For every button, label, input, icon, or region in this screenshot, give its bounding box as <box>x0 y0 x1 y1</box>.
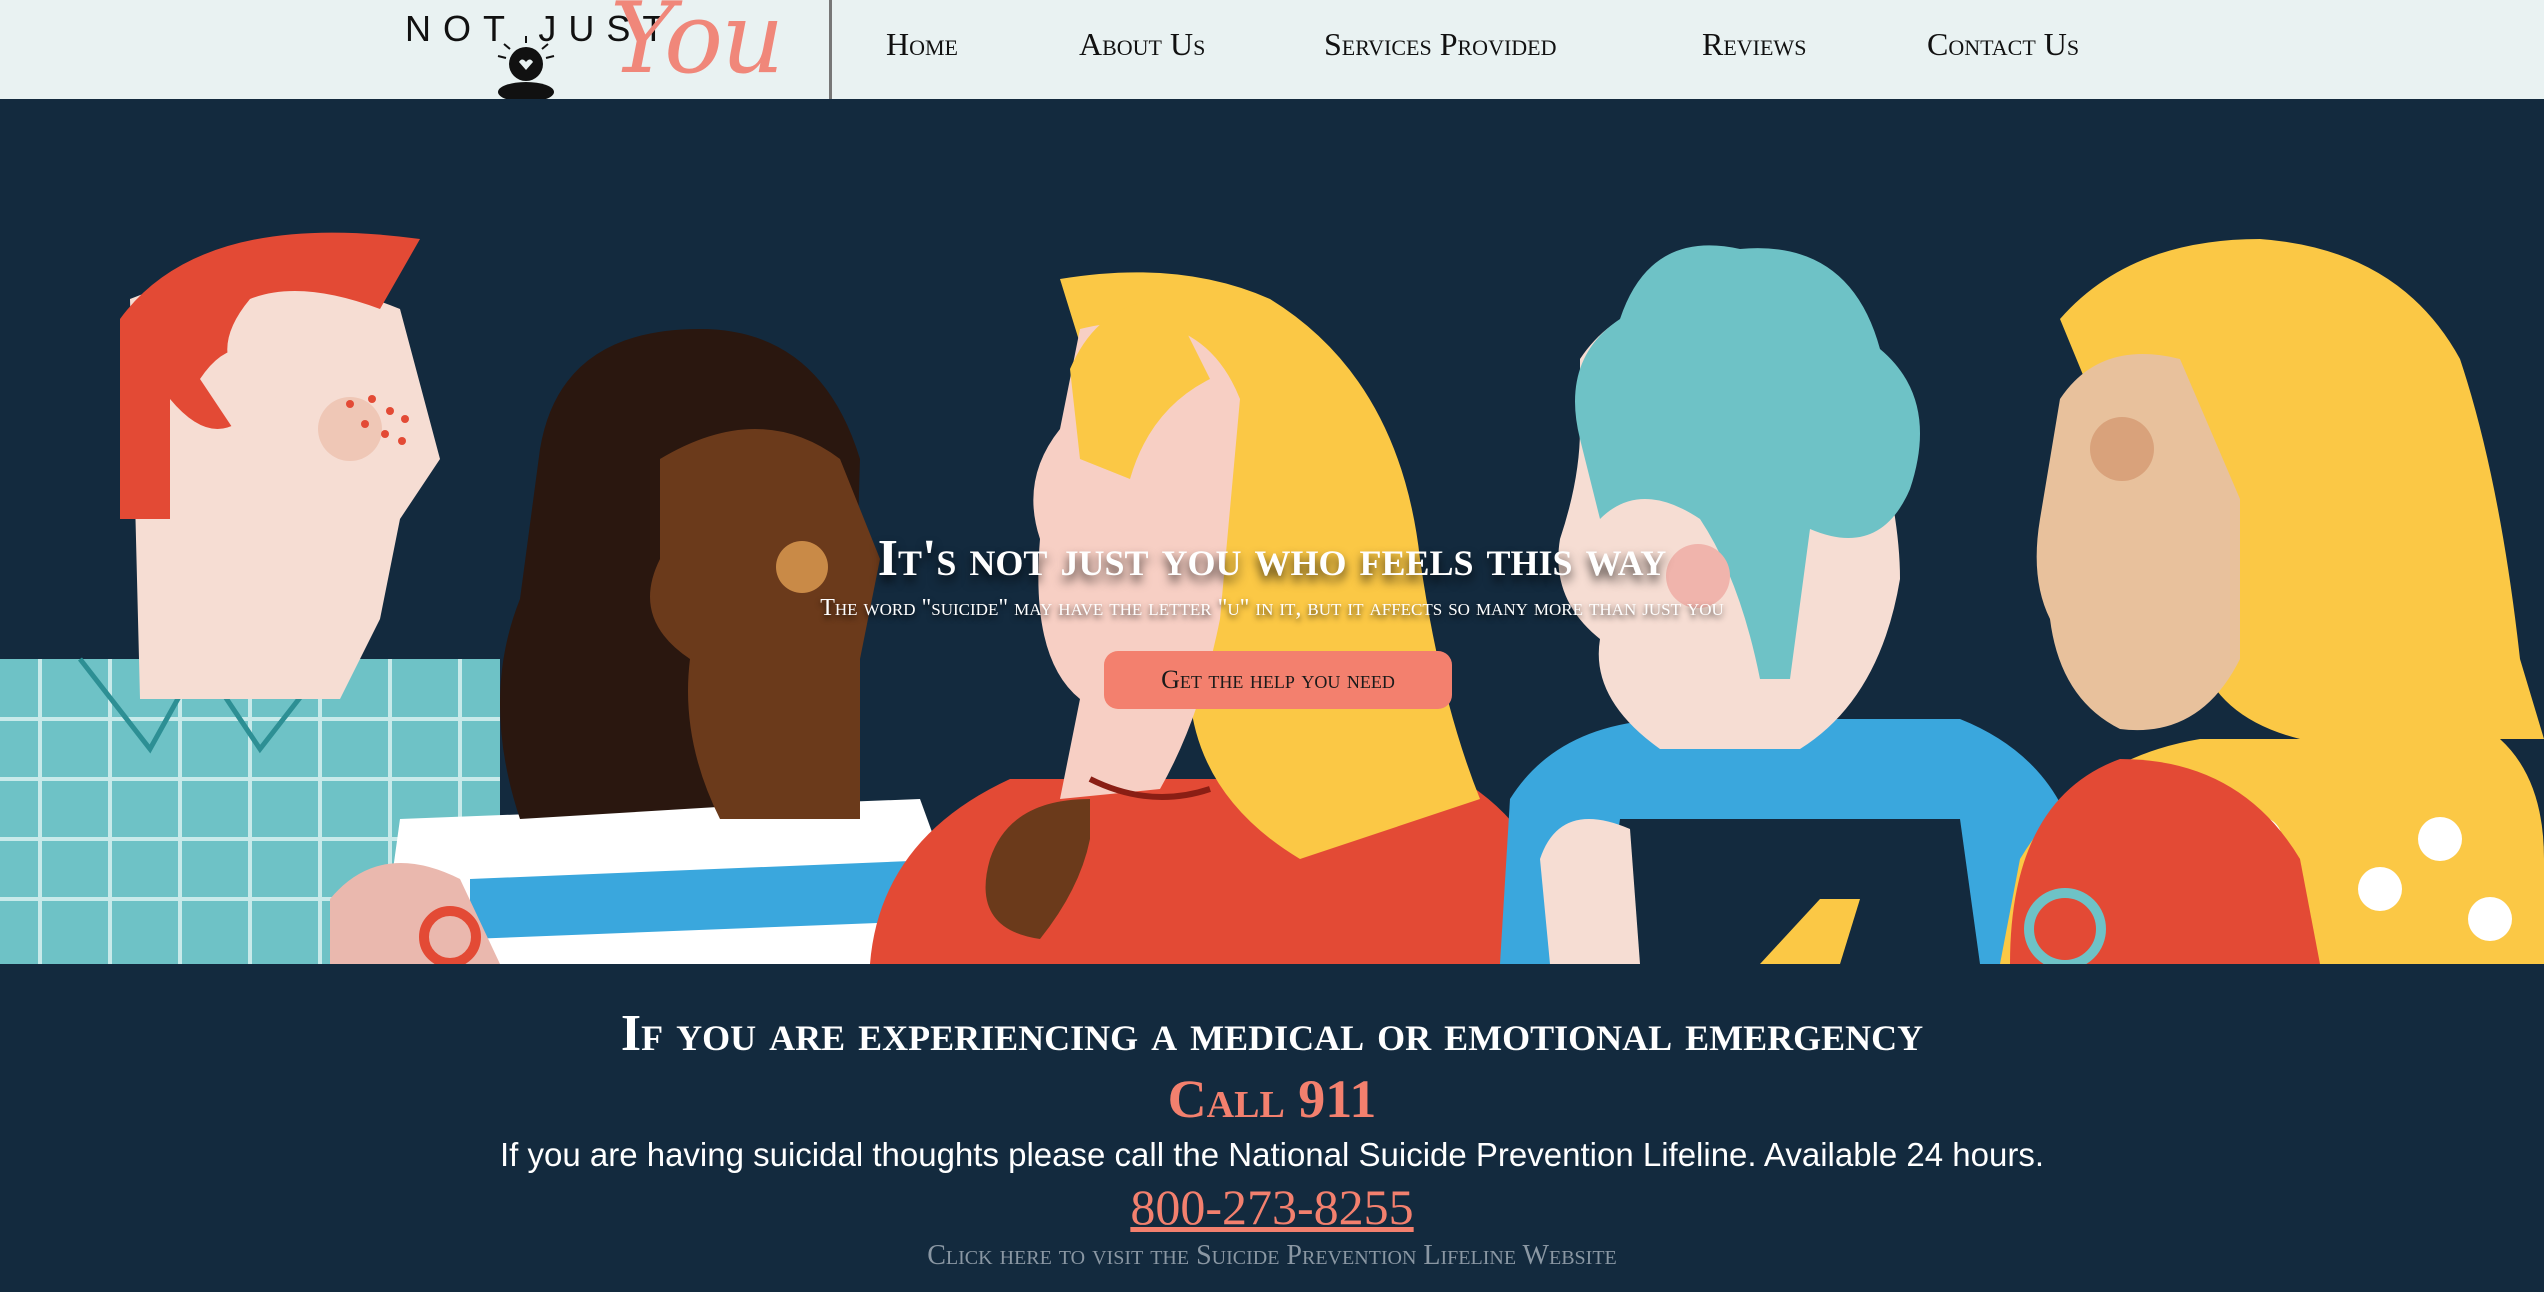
person-lightbulb-icon <box>497 36 555 99</box>
nav-item-services-provided[interactable]: Services Provided <box>1324 26 1557 63</box>
hero-section: It's not just you who feels this way The… <box>0 99 2544 964</box>
emergency-heading: If you are experiencing a medical or emo… <box>620 1005 1924 1062</box>
nav-item-home[interactable]: Home <box>886 26 958 63</box>
site-logo[interactable]: NOT JUST You <box>395 0 815 99</box>
nav-item-about-us[interactable]: About Us <box>1079 26 1205 63</box>
logo-script-text: You <box>610 0 784 96</box>
lifeline-text: If you are having suicidal thoughts plea… <box>499 1136 2045 1173</box>
lifeline-website-link[interactable]: Click here to visit the Suicide Preventi… <box>0 1240 2544 1272</box>
hero-subtitle: The word "suicide" may have the letter "… <box>820 595 1724 621</box>
emergency-section: If you are experiencing a medical or emo… <box>0 964 2544 1292</box>
get-help-button[interactable]: Get the help you need <box>1104 651 1452 709</box>
nav-item-reviews[interactable]: Reviews <box>1702 26 1806 63</box>
call-911-text: Call 911 <box>1167 1069 1377 1129</box>
hero-title: It's not just you who feels this way <box>877 530 1667 587</box>
lifeline-phone-link[interactable]: 800-273-8255 <box>0 1178 2544 1236</box>
nav-divider <box>829 0 832 99</box>
nav-item-contact-us[interactable]: Contact Us <box>1927 26 2079 63</box>
top-navigation-bar: NOT JUST You Home About Us Services Prov… <box>0 0 2544 99</box>
